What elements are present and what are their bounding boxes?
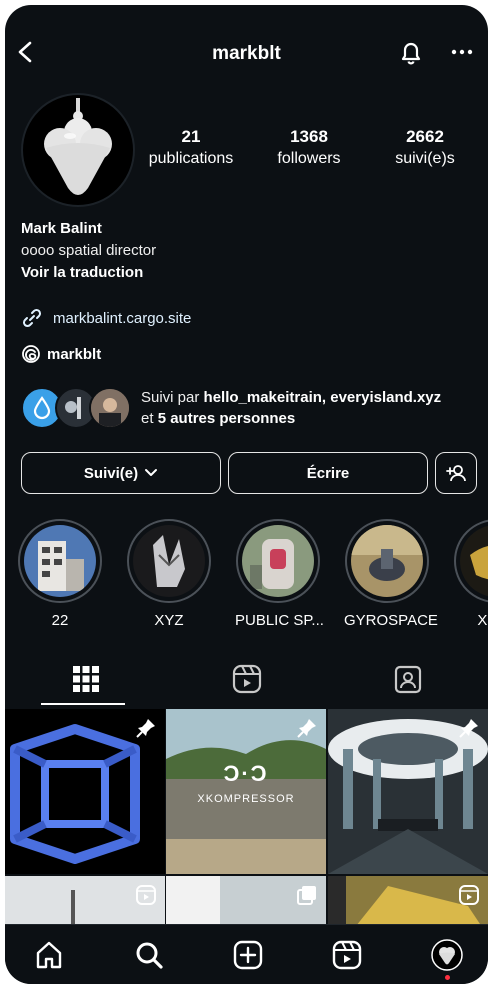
website-link[interactable]: markbalint.cargo.site [21,307,191,329]
following-button-label: Suivi(e) [83,464,139,482]
following-button[interactable]: Suivi(e) [21,452,221,494]
highlight-ring [18,519,102,603]
mutual-names[interactable]: hello_makeitrain, everyisland.xyz [204,389,442,406]
highlight-item[interactable]: XYZ [126,519,212,629]
bottom-navigation [5,924,488,984]
post-tile[interactable]: Ɔ·Ɔ XKOMPRESSOR [166,709,326,874]
stat-value: 21 [181,127,201,146]
profile-screen: markblt 21 publications 1368 followers 2… [5,5,488,984]
bell-icon[interactable] [393,35,429,71]
post-tile[interactable] [328,709,488,874]
stat-followers[interactable]: 1368 followers [259,127,359,168]
mutual-followers[interactable]: Suivi par hello_makeitrain, everyisland.… [21,385,481,433]
stat-label: suivi(e)s [395,150,455,167]
stat-value: 1368 [290,127,328,146]
stat-value: 2662 [406,127,444,146]
post-tile[interactable] [5,709,165,874]
highlight-ring [454,519,488,603]
add-user-icon [446,465,466,482]
stat-label: followers [277,150,341,167]
highlight-item[interactable]: 22 [17,519,103,629]
website-link-text: markbalint.cargo.site [53,309,192,327]
post-logo-text: Ɔ·Ɔ [223,761,269,786]
create-post-icon[interactable] [228,937,268,973]
profile-nav-avatar[interactable] [427,937,467,973]
mutual-prefix: Suivi par [141,389,204,406]
reels-nav-icon[interactable] [327,937,367,973]
link-icon [22,308,42,328]
highlight-thumbnail [351,525,423,597]
highlight-label: XLAY [477,612,488,629]
pin-icon [459,719,478,738]
home-icon[interactable] [29,937,69,973]
tab-reels[interactable] [166,653,327,705]
carousel-icon [297,886,316,905]
highlight-thumbnail [242,525,314,597]
more-options-icon[interactable] [445,35,479,69]
highlight-thumbnail [133,525,205,597]
highlight-item[interactable]: GYROSPACE [344,519,438,629]
stat-publications[interactable]: 21 publications [141,127,241,168]
highlight-label: 22 [51,612,69,629]
profile-tabs [5,653,488,705]
notification-dot [445,975,450,980]
pin-icon [297,719,316,738]
highlight-label: XYZ [154,612,184,629]
threads-username: markblt [47,345,102,363]
stat-following[interactable]: 2662 suivi(e)s [375,127,475,168]
tagged-icon [394,665,421,694]
highlight-ring [127,519,211,603]
grid-icon [72,666,99,692]
highlight-ring [236,519,320,603]
add-user-button[interactable] [435,452,477,494]
reels-badge-icon [459,885,479,905]
profile-avatar[interactable] [21,93,135,207]
see-translation-link[interactable]: Voir la traduction [21,264,143,281]
highlight-thumbnail [24,525,96,597]
highlight-item[interactable]: PUBLIC SP... [235,519,324,629]
highlight-label: PUBLIC SP... [235,612,324,629]
chevron-down-icon [145,469,158,476]
mutual-avatar [89,387,131,429]
search-icon[interactable] [129,937,169,973]
message-button[interactable]: Écrire [228,452,428,494]
highlight-label: GYROSPACE [344,612,438,629]
message-button-label: Écrire [306,464,350,482]
tab-tagged[interactable] [327,653,488,705]
profile-bio: oooo spatial director [21,242,157,259]
stat-label: publications [148,150,234,167]
tab-posts-grid[interactable] [5,653,166,705]
highlight-thumbnail [460,525,488,597]
mutual-others[interactable]: 5 autres personnes [158,410,296,427]
threads-badge[interactable]: markblt [21,344,101,364]
active-tab-indicator [41,703,125,705]
pin-icon [136,719,155,738]
threads-icon [22,345,40,363]
profile-name: Mark Balint [21,220,102,237]
reels-icon [232,664,261,694]
highlight-ring [345,519,429,603]
highlight-item[interactable]: XLAY [453,519,488,629]
reels-badge-icon [136,885,156,905]
mutual-followers-text: Suivi par hello_makeitrain, everyisland.… [141,387,481,429]
mutual-mid: et [141,410,158,427]
post-title-text: XKOMPRESSOR [197,793,295,805]
